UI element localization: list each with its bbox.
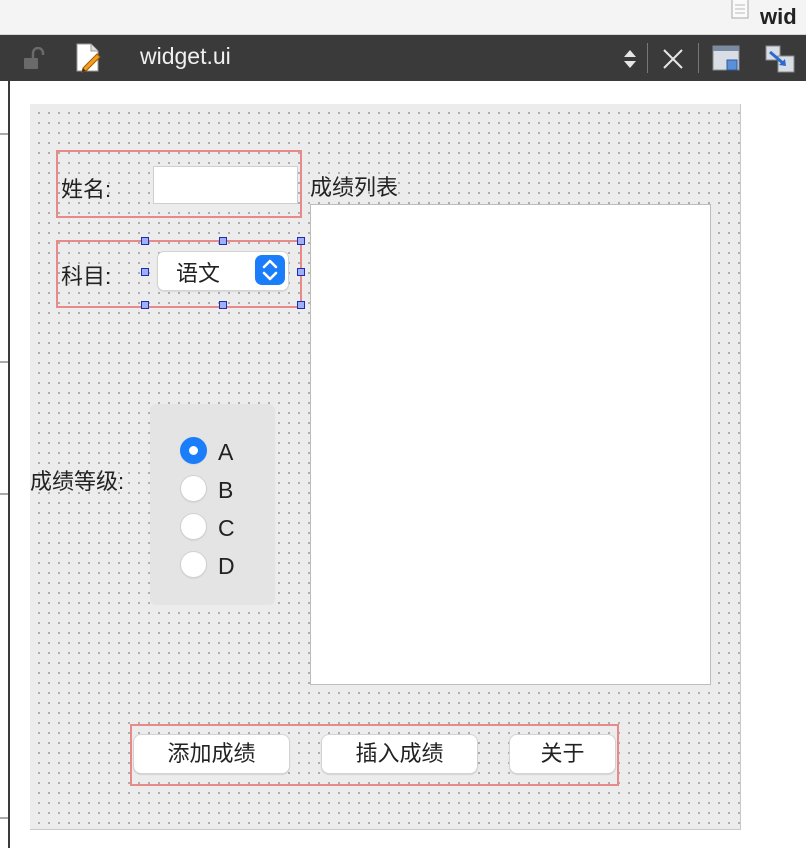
score-list-label: 成绩列表 [310,175,399,200]
grade-radio-c-label: C [218,515,235,541]
grade-radio-a[interactable] [180,437,207,464]
layout-icon[interactable] [711,44,743,74]
grade-radio-b[interactable] [180,475,207,502]
name-input[interactable] [153,166,298,204]
selection-handle[interactable] [141,301,149,309]
header-divider [647,43,648,73]
edit-pencil-icon[interactable] [74,42,104,74]
pane-notch [0,361,8,363]
subject-combobox-value: 语文 [176,261,221,286]
name-label: 姓名: [61,177,112,202]
header-divider [698,43,699,73]
editor-header: widget.ui [0,35,806,81]
selection-handle[interactable] [297,301,305,309]
lock-icon[interactable] [22,47,46,71]
selection-handle[interactable] [141,237,149,245]
selection-handle[interactable] [219,301,227,309]
grade-label: 成绩等级: [30,469,125,494]
score-list[interactable] [310,204,711,685]
grade-groupbox [150,404,275,605]
grade-radio-d-label: D [218,553,235,579]
left-pane-edge [0,81,10,848]
add-score-button[interactable]: 添加成绩 [133,734,290,774]
subject-label: 科目: [61,264,112,289]
signal-slot-icon[interactable] [764,44,796,74]
pane-notch [0,817,8,819]
about-button[interactable]: 关于 [509,734,616,774]
grade-radio-d[interactable] [180,551,207,578]
pane-notch [0,133,8,135]
pane-notch [0,493,8,495]
insert-score-button[interactable]: 插入成绩 [321,734,478,774]
selection-handle[interactable] [297,237,305,245]
selection-handle[interactable] [219,237,227,245]
grade-radio-a-label: A [218,439,234,465]
subject-combobox[interactable]: 语文 [157,251,289,291]
grade-radio-c[interactable] [180,513,207,540]
chevron-updown-icon [255,255,285,285]
document-icon [731,0,749,19]
window-top-strip: wid [0,0,806,35]
grade-radio-b-label: B [218,477,234,503]
close-icon[interactable] [661,47,685,71]
file-name: widget.ui [140,43,231,69]
selection-handle[interactable] [141,268,149,276]
window-title: wid [760,4,797,29]
sort-arrows-icon[interactable] [620,47,640,71]
selection-handle[interactable] [297,268,305,276]
